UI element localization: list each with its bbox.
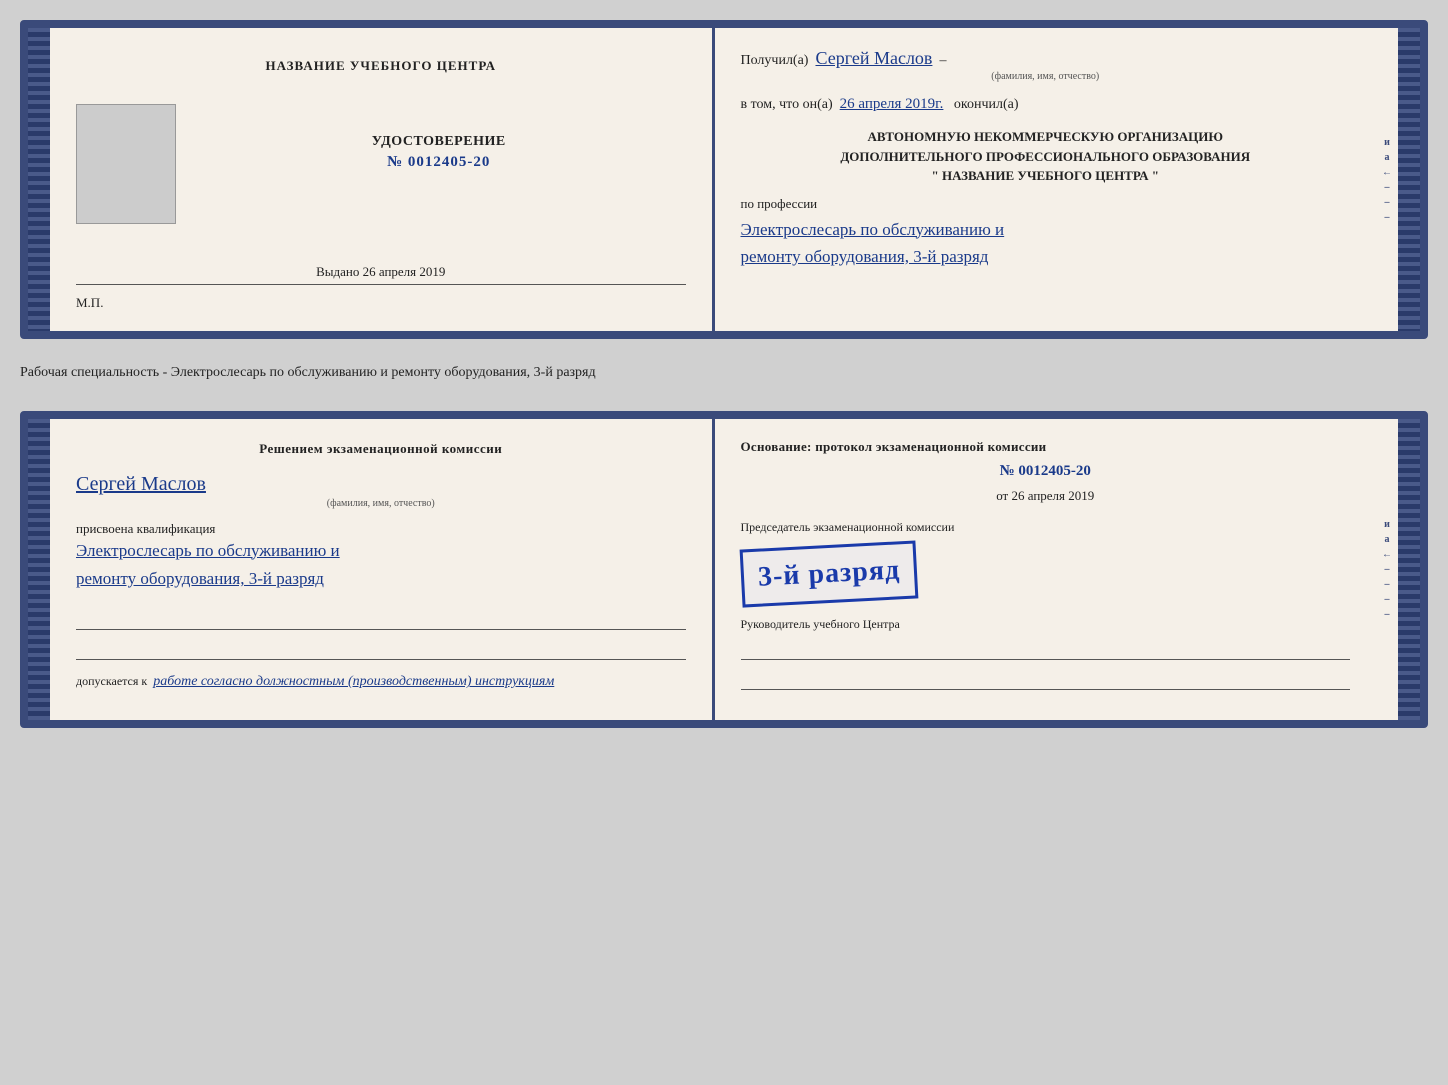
photo-placeholder [76, 104, 176, 224]
middle-description: Рабочая специальность - Электрослесарь п… [20, 357, 1428, 389]
leader-role: Руководитель учебного Центра [741, 617, 1351, 632]
bottom-document: Решением экзаменационной комиссии Сергей… [20, 411, 1428, 728]
org-block: АВТОНОМНУЮ НЕКОММЕРЧЕСКУЮ ОРГАНИЗАЦИЮ ДО… [741, 127, 1351, 186]
cert-number: № 0012405-20 [192, 154, 686, 171]
osnov-line: Основание: протокол экзаменационной коми… [741, 439, 1351, 455]
mp-label: М.П. [76, 295, 686, 311]
commission-heading: Решением экзаменационной комиссии [76, 439, 686, 459]
qual-line2: ремонту оборудования, 3-й разряд [76, 565, 686, 594]
top-doc-right: Получил(а) Сергей Маслов – (фамилия, имя… [715, 28, 1377, 331]
right-side-chars: и а ← – – – [1376, 28, 1398, 331]
left-texture [28, 28, 50, 331]
bottom-doc-right: Основание: протокол экзаменационной коми… [715, 419, 1377, 720]
stamp: 3-й разряд [739, 540, 918, 608]
allow-line: допускается к работе согласно должностны… [76, 674, 686, 690]
protocol-number: № 0012405-20 [741, 463, 1351, 480]
qualification-text: присвоена квалификация [76, 521, 686, 537]
commission-role: Председатель экзаменационной комиссии [741, 520, 1351, 535]
bottom-left-texture [28, 419, 50, 720]
profession-label: по профессии [741, 196, 1351, 212]
top-document: НАЗВАНИЕ УЧЕБНОГО ЦЕНТРА УДОСТОВЕРЕНИЕ №… [20, 20, 1428, 339]
stamp-container: 3-й разряд [741, 545, 1351, 603]
sig-lines-right [741, 640, 1351, 690]
bottom-right-side-chars: и а ← – – – – [1376, 419, 1398, 720]
sig-lines-left [76, 610, 686, 660]
event-date: 26 апреля 2019г. [840, 96, 944, 112]
org-name-top: НАЗВАНИЕ УЧЕБНОГО ЦЕНТРА [76, 58, 686, 74]
profession-line1: Электрослесарь по обслуживанию и [741, 216, 1351, 243]
right-texture [1398, 28, 1420, 331]
issued-line: Выдано 26 апреля 2019 [76, 264, 686, 285]
bottom-doc-left: Решением экзаменационной комиссии Сергей… [50, 419, 715, 720]
profession-line2: ремонту оборудования, 3-й разряд [741, 243, 1351, 270]
protocol-date: от 26 апреля 2019 [741, 488, 1351, 504]
qual-line1: Электрослесарь по обслуживанию и [76, 537, 686, 566]
date-line: в том, что он(а) 26 апреля 2019г. окончи… [741, 96, 1351, 113]
bottom-right-texture [1398, 419, 1420, 720]
cert-title: УДОСТОВЕРЕНИЕ [192, 134, 686, 150]
allow-text: работе согласно должностным (производств… [153, 674, 554, 689]
bottom-person-name: Сергей Маслов [76, 473, 206, 495]
top-doc-left: НАЗВАНИЕ УЧЕБНОГО ЦЕНТРА УДОСТОВЕРЕНИЕ №… [50, 28, 715, 331]
stamp-text: 3-й разряд [757, 552, 901, 596]
recipient-name: Сергей Маслов [815, 48, 932, 68]
received-line: Получил(а) Сергей Маслов – (фамилия, имя… [741, 48, 1351, 82]
